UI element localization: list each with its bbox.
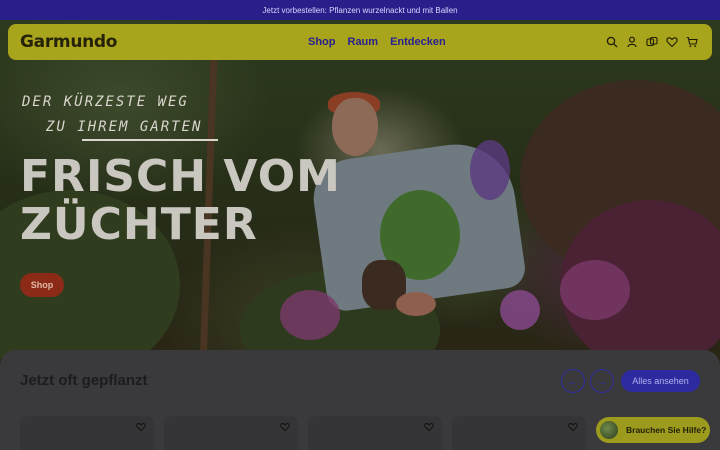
product-card[interactable]: [20, 416, 154, 450]
help-label: Brauchen Sie Hilfe?: [626, 425, 707, 435]
announcement-text: Jetzt vorbestellen: Pflanzen wurzelnackt…: [262, 5, 458, 15]
logo[interactable]: Garmundo: [20, 32, 117, 52]
wishlist-heart-icon[interactable]: [280, 422, 290, 432]
nav-item-raum[interactable]: Raum: [348, 36, 379, 48]
view-all-button[interactable]: Alles ansehen: [621, 370, 700, 392]
arrow-left-icon: ←: [567, 374, 579, 388]
cart-icon[interactable]: [686, 36, 698, 48]
hero-headline-line2: ZÜCHTER: [20, 199, 258, 250]
compare-icon[interactable]: [646, 36, 658, 48]
nav-item-shop[interactable]: Shop: [308, 36, 336, 48]
product-card[interactable]: [164, 416, 298, 450]
hero-headline-line1: FRISCH VOM: [20, 151, 341, 202]
header-icons: [606, 24, 698, 60]
help-chat-button[interactable]: Brauchen Sie Hilfe?: [596, 417, 710, 443]
site-header: Garmundo Shop Raum Entdecken: [8, 24, 712, 60]
wishlist-heart-icon[interactable]: [136, 422, 146, 432]
hero-tagline-line1: DER KÜRZESTE WEG: [22, 94, 189, 110]
hero-shop-button[interactable]: Shop: [20, 273, 64, 297]
product-card[interactable]: [308, 416, 442, 450]
announcement-bar: Jetzt vorbestellen: Pflanzen wurzelnackt…: [0, 0, 720, 20]
support-avatar: [600, 421, 618, 439]
main-nav: Shop Raum Entdecken: [308, 24, 446, 60]
account-icon[interactable]: [626, 36, 638, 48]
wishlist-icon[interactable]: [666, 36, 678, 48]
product-card[interactable]: [452, 416, 586, 450]
wishlist-heart-icon[interactable]: [568, 422, 578, 432]
carousel-next-button[interactable]: →: [590, 369, 614, 393]
wishlist-heart-icon[interactable]: [424, 422, 434, 432]
search-icon[interactable]: [606, 36, 618, 48]
arrow-right-icon: →: [596, 374, 608, 388]
hero-tagline-line2: ZU IHREM GARTEN: [46, 119, 203, 135]
tagline-underline: [82, 139, 218, 141]
section-title: Jetzt oft gepflanzt: [20, 372, 148, 389]
carousel-prev-button[interactable]: ←: [561, 369, 585, 393]
nav-item-entdecken[interactable]: Entdecken: [390, 36, 446, 48]
